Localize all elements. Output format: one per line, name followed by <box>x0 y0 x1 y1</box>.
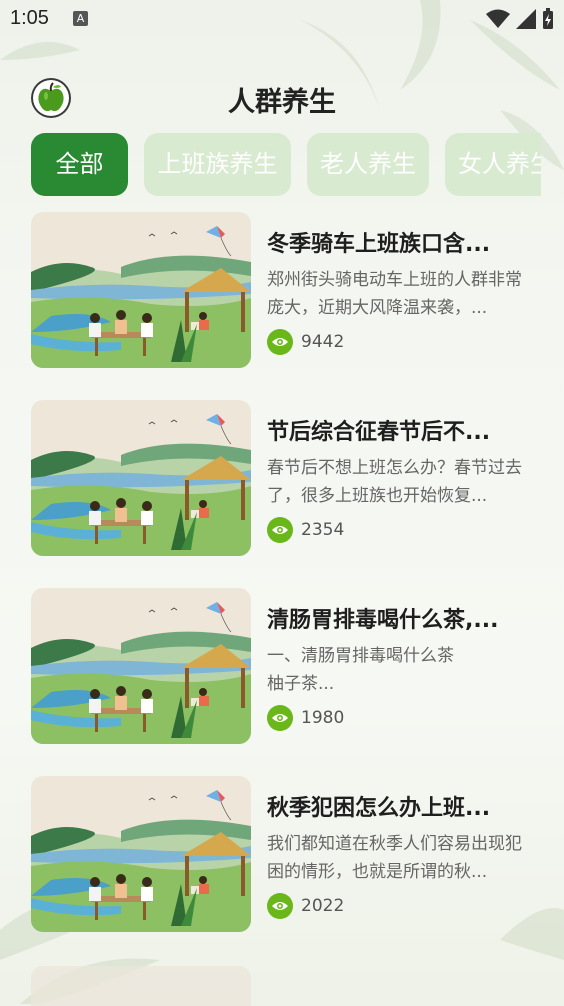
view-count: 1980 <box>267 704 344 732</box>
status-indicator: A <box>73 11 88 26</box>
views-number: 1980 <box>301 708 345 728</box>
article-title: 秋季犯困怎么办上班... <box>267 796 491 821</box>
category-tabs: 全部 上班族养生 老人养生 女人养生 <box>31 133 541 196</box>
article-title: 节后综合征春节后不... <box>267 420 491 445</box>
article-thumbnail <box>31 776 251 932</box>
view-count: 2022 <box>267 892 344 920</box>
tab-elderly[interactable]: 老人养生 <box>307 133 429 196</box>
article-desc: 一、清肠胃排毒喝什么茶 柚子茶... <box>267 646 454 694</box>
tab-all[interactable]: 全部 <box>31 133 128 196</box>
article-desc: 春节后不想上班怎么办？春节过去了，很多上班族也开始恢复... <box>267 458 522 506</box>
view-count: 2354 <box>267 516 344 544</box>
cell-signal-icon <box>516 9 536 29</box>
tab-office-workers[interactable]: 上班族养生 <box>144 133 291 196</box>
header: 人群养生 <box>0 70 564 126</box>
article-thumbnail <box>31 588 251 744</box>
wifi-icon <box>486 9 510 28</box>
article-desc: 我们都知道在秋季人们容易出现犯困的情形，也就是所谓的秋... <box>267 834 522 882</box>
tab-women[interactable]: 女人养生 <box>445 133 541 196</box>
list-item[interactable]: 节后综合征春节后不... 春节后不想上班怎么办？春节过去了，很多上班族也开始恢复… <box>31 400 541 558</box>
article-title: 清肠胃排毒喝什么茶,... <box>267 608 499 633</box>
views-number: 9442 <box>301 332 345 352</box>
eye-icon <box>267 329 293 355</box>
status-time: 1:05 <box>10 7 49 29</box>
article-desc: 郑州街头骑电动车上班的人群非常庞大，近期大风降温来袭，... <box>267 270 522 318</box>
list-item[interactable]: 秋季犯困怎么办上班... 我们都知道在秋季人们容易出现犯困的情形，也就是所谓的秋… <box>31 776 541 934</box>
eye-icon <box>267 517 293 543</box>
article-title: 冬季骑车上班族口含... <box>267 232 491 257</box>
view-count: 9442 <box>267 328 344 356</box>
page-title: 人群养生 <box>228 87 336 118</box>
list-item[interactable]: 冬季骑车上班族口含... 郑州街头骑电动车上班的人群非常庞大，近期大风降温来袭，… <box>31 212 541 370</box>
views-number: 2354 <box>301 520 345 540</box>
list-item[interactable]: 清肠胃排毒喝什么茶,... 一、清肠胃排毒喝什么茶 柚子茶... 1980 <box>31 588 541 746</box>
eye-icon <box>267 893 293 919</box>
list-item-partial[interactable] <box>31 966 251 1006</box>
views-number: 2022 <box>301 896 345 916</box>
battery-charging-icon <box>543 8 553 29</box>
article-thumbnail <box>31 400 251 556</box>
status-bar: 1:05 A <box>0 0 564 38</box>
article-thumbnail <box>31 212 251 368</box>
eye-icon <box>267 705 293 731</box>
